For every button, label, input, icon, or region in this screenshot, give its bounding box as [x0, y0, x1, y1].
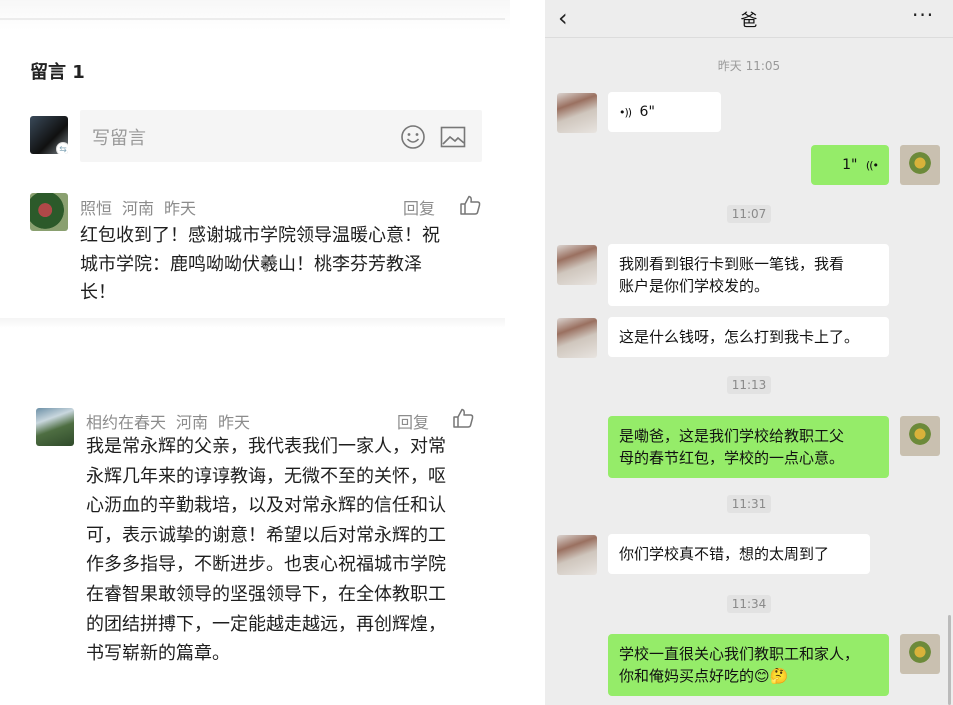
comment-line: 心沥血的辛勤栽培，以及对常永辉的信任和认 [86, 495, 446, 517]
comment-line: 作多多指导，不断进步。也衷心祝福城市学院 [86, 554, 446, 576]
back-button[interactable]: ‹ [558, 4, 568, 32]
message-bubble[interactable]: 这是什么钱呀，怎么打到我卡上了。 [608, 317, 889, 357]
voice-duration: 6" [639, 104, 655, 120]
more-button[interactable]: ··· [912, 3, 934, 27]
comment-time: 昨天 [164, 199, 197, 218]
divider [0, 18, 505, 20]
self-avatar[interactable] [900, 145, 940, 185]
comment-line: 长！ [80, 282, 116, 303]
voice-message-out[interactable]: 1" ((• [811, 145, 889, 185]
emoji-icon[interactable] [400, 124, 426, 150]
voice-icon: ((• [865, 159, 879, 172]
message-line: 学校一直很关心我们教职工和家人， [619, 645, 860, 663]
like-icon[interactable] [452, 408, 474, 428]
dad-avatar[interactable] [557, 318, 597, 358]
commenter-name[interactable]: 照恒 [80, 199, 112, 218]
message-bubble[interactable]: 是嘞爸，这是我们学校给教职工父 母的春节红包，学校的一点心意。 [608, 416, 889, 478]
comment-line: 在睿智果敢领导的坚强领导下，在全体教职工 [86, 583, 446, 605]
top-band [0, 0, 510, 30]
dad-avatar[interactable] [557, 245, 597, 285]
dad-avatar[interactable] [557, 535, 597, 575]
reply-button[interactable]: 回复 [403, 195, 435, 219]
message-bubble[interactable]: 你们学校真不错，想的太周到了 [608, 534, 870, 574]
timestamp: 11:13 [545, 376, 953, 394]
avatar: ⇆ [30, 116, 68, 154]
comments-header: 留言 1 [30, 62, 85, 83]
self-avatar[interactable] [900, 416, 940, 456]
comment-line: 永辉几年来的谆谆教诲，无微不至的关怀，呕 [86, 465, 446, 487]
message-line: 你和俺妈买点好吃的😊🤔 [619, 667, 789, 685]
comment-line: 可，表示诚挚的谢意！希望以后对常永辉的工 [86, 524, 446, 546]
comment-time: 昨天 [218, 413, 251, 432]
scrollbar[interactable] [948, 615, 951, 705]
message-line: 是嘞爸，这是我们学校给教职工父 [619, 427, 845, 445]
reply-button[interactable]: 回复 [397, 409, 429, 433]
like-icon[interactable] [459, 195, 481, 215]
image-icon[interactable] [440, 125, 466, 149]
timestamp-text: 11:07 [726, 205, 772, 223]
voice-message-in[interactable]: •)) 6" [608, 92, 721, 132]
message-line: 账户是你们学校发的。 [619, 277, 770, 295]
voice-icon: •)) [619, 106, 632, 119]
timestamp-text: 11:31 [726, 495, 772, 513]
comment-meta: 照恒 河南 昨天 [80, 195, 206, 219]
comment-text: 红包收到了！感谢城市学院领导温暖心意！祝 城市学院：鹿鸣呦呦伏羲山！桃李芬芳教泽… [80, 222, 440, 308]
switch-icon: ⇆ [56, 142, 68, 154]
timestamp-text: 11:34 [726, 595, 772, 613]
comment-line: 我是常永辉的父亲，我代表我们一家人，对常 [86, 436, 446, 457]
commenter-avatar[interactable] [30, 193, 68, 231]
commenter-name[interactable]: 相约在春天 [86, 413, 166, 432]
divider [0, 318, 505, 328]
message-bubble[interactable]: 学校一直很关心我们教职工和家人， 你和俺妈买点好吃的😊🤔 [608, 634, 889, 696]
comment-line: 书写崭新的篇章。 [86, 643, 230, 665]
timestamp-text: 昨天 11:05 [717, 59, 781, 73]
comment-text: 我是常永辉的父亲，我代表我们一家人，对常 永辉几年来的谆谆教诲，无微不至的关怀，… [86, 432, 446, 669]
comment-line: 城市学院：鹿鸣呦呦伏羲山！桃李芬芳教泽 [80, 253, 422, 275]
timestamp: 11:34 [545, 595, 953, 613]
message-line: 母的春节红包，学校的一点心意。 [619, 449, 845, 467]
self-avatar[interactable] [900, 634, 940, 674]
commenter-location: 河南 [176, 413, 209, 432]
chat-navbar [545, 0, 953, 38]
timestamp: 昨天 11:05 [545, 57, 953, 74]
timestamp: 11:31 [545, 495, 953, 513]
comment-line: 的团结拼搏下，一定能越走越远，再创辉煌， [86, 613, 446, 635]
message-bubble[interactable]: 我刚看到银行卡到账一笔钱，我看 账户是你们学校发的。 [608, 244, 889, 306]
dad-avatar[interactable] [557, 93, 597, 133]
comment-input-placeholder[interactable]: 写留言 [92, 124, 146, 150]
voice-duration: 1" [842, 157, 858, 173]
message-line: 我刚看到银行卡到账一笔钱，我看 [619, 255, 845, 273]
commenter-location: 河南 [122, 199, 155, 218]
message-line: 这是什么钱呀，怎么打到我卡上了。 [619, 328, 860, 346]
timestamp: 11:07 [545, 205, 953, 223]
comment-line: 红包收到了！感谢城市学院领导温暖心意！祝 [80, 225, 440, 246]
commenter-avatar[interactable] [36, 408, 74, 446]
message-line: 你们学校真不错，想的太周到了 [619, 545, 830, 563]
comment-meta: 相约在春天 河南 昨天 [86, 409, 260, 433]
timestamp-text: 11:13 [726, 376, 772, 394]
